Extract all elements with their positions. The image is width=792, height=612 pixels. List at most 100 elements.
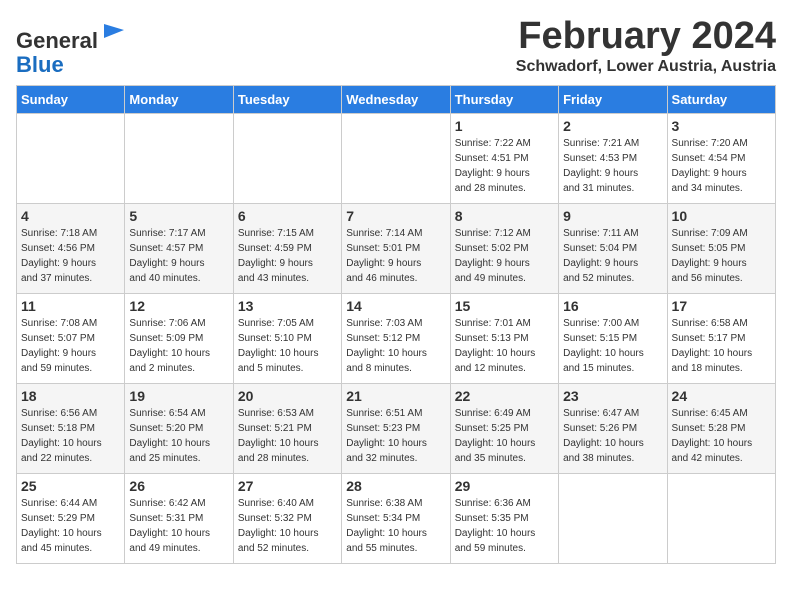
calendar-cell — [125, 114, 233, 204]
day-number: 22 — [455, 388, 554, 404]
calendar-cell: 17 Sunrise: 6:58 AM Sunset: 5:17 PM Dayli… — [667, 294, 775, 384]
title-block: February 2024 Schwadorf, Lower Austria, … — [516, 16, 776, 76]
calendar-week-row: 25 Sunrise: 6:44 AM Sunset: 5:29 PM Dayli… — [17, 474, 776, 564]
calendar-cell: 19 Sunrise: 6:54 AM Sunset: 5:20 PM Dayli… — [125, 384, 233, 474]
day-info: Sunrise: 7:18 AM Sunset: 4:56 PM Dayligh… — [21, 226, 120, 286]
day-info: Sunrise: 7:05 AM Sunset: 5:10 PM Dayligh… — [238, 316, 337, 376]
calendar-cell: 6 Sunrise: 7:15 AM Sunset: 4:59 PM Daylig… — [233, 204, 341, 294]
logo-blue-text: Blue — [16, 52, 64, 77]
day-info: Sunrise: 7:01 AM Sunset: 5:13 PM Dayligh… — [455, 316, 554, 376]
weekday-header-wednesday: Wednesday — [342, 86, 450, 114]
day-number: 10 — [672, 208, 771, 224]
day-info: Sunrise: 6:47 AM Sunset: 5:26 PM Dayligh… — [563, 406, 662, 466]
day-number: 11 — [21, 298, 120, 314]
calendar-cell — [559, 474, 667, 564]
weekday-header-tuesday: Tuesday — [233, 86, 341, 114]
day-number: 24 — [672, 388, 771, 404]
calendar-cell: 20Sunrise: 6:53 AM Sunset: 5:21 PM Dayli… — [233, 384, 341, 474]
day-number: 19 — [129, 388, 228, 404]
day-info: Sunrise: 7:22 AM Sunset: 4:51 PM Dayligh… — [455, 136, 554, 196]
day-info: Sunrise: 6:53 AM Sunset: 5:21 PM Dayligh… — [238, 406, 337, 466]
logo: General Blue — [16, 20, 128, 77]
weekday-header-monday: Monday — [125, 86, 233, 114]
logo-general-text: General — [16, 28, 98, 53]
day-info: Sunrise: 7:20 AM Sunset: 4:54 PM Dayligh… — [672, 136, 771, 196]
day-info: Sunrise: 6:42 AM Sunset: 5:31 PM Dayligh… — [129, 496, 228, 556]
day-info: Sunrise: 6:58 AM Sunset: 5:17 PM Dayligh… — [672, 316, 771, 376]
calendar-cell: 23 Sunrise: 6:47 AM Sunset: 5:26 PM Dayli… — [559, 384, 667, 474]
calendar-cell: 24 Sunrise: 6:45 AM Sunset: 5:28 PM Dayli… — [667, 384, 775, 474]
day-number: 5 — [129, 208, 228, 224]
day-number: 16 — [563, 298, 662, 314]
day-number: 1 — [455, 118, 554, 134]
calendar-cell: 4 Sunrise: 7:18 AM Sunset: 4:56 PM Daylig… — [17, 204, 125, 294]
calendar-cell: 18 Sunrise: 6:56 AM Sunset: 5:18 PM Dayli… — [17, 384, 125, 474]
calendar-week-row: 11 Sunrise: 7:08 AM Sunset: 5:07 PM Dayli… — [17, 294, 776, 384]
day-info: Sunrise: 7:08 AM Sunset: 5:07 PM Dayligh… — [21, 316, 120, 376]
calendar-cell — [342, 114, 450, 204]
calendar-cell: 10 Sunrise: 7:09 AM Sunset: 5:05 PM Dayli… — [667, 204, 775, 294]
calendar-cell: 27 Sunrise: 6:40 AM Sunset: 5:32 PM Dayli… — [233, 474, 341, 564]
calendar-cell: 1 Sunrise: 7:22 AM Sunset: 4:51 PM Daylig… — [450, 114, 558, 204]
day-info: Sunrise: 7:14 AM Sunset: 5:01 PM Dayligh… — [346, 226, 445, 286]
day-number: 28 — [346, 478, 445, 494]
day-info: Sunrise: 7:00 AM Sunset: 5:15 PM Dayligh… — [563, 316, 662, 376]
calendar-cell: 9 Sunrise: 7:11 AM Sunset: 5:04 PM Daylig… — [559, 204, 667, 294]
calendar-cell: 25 Sunrise: 6:44 AM Sunset: 5:29 PM Dayli… — [17, 474, 125, 564]
day-info: Sunrise: 6:44 AM Sunset: 5:29 PM Dayligh… — [21, 496, 120, 556]
day-number: 27 — [238, 478, 337, 494]
day-number: 12 — [129, 298, 228, 314]
day-info: Sunrise: 7:17 AM Sunset: 4:57 PM Dayligh… — [129, 226, 228, 286]
calendar-cell: 7 Sunrise: 7:14 AM Sunset: 5:01 PM Daylig… — [342, 204, 450, 294]
calendar-cell — [667, 474, 775, 564]
calendar-cell: 8 Sunrise: 7:12 AM Sunset: 5:02 PM Daylig… — [450, 204, 558, 294]
logo-flag-icon — [100, 20, 128, 48]
day-number: 4 — [21, 208, 120, 224]
day-number: 9 — [563, 208, 662, 224]
day-number: 2 — [563, 118, 662, 134]
calendar-cell: 3 Sunrise: 7:20 AM Sunset: 4:54 PM Daylig… — [667, 114, 775, 204]
day-number: 13 — [238, 298, 337, 314]
weekday-header-saturday: Saturday — [667, 86, 775, 114]
day-number: 21 — [346, 388, 445, 404]
calendar-cell: 22Sunrise: 6:49 AM Sunset: 5:25 PM Dayli… — [450, 384, 558, 474]
calendar-cell: 12 Sunrise: 7:06 AM Sunset: 5:09 PM Dayli… — [125, 294, 233, 384]
day-info: Sunrise: 6:54 AM Sunset: 5:20 PM Dayligh… — [129, 406, 228, 466]
calendar-cell: 15 Sunrise: 7:01 AM Sunset: 5:13 PM Dayli… — [450, 294, 558, 384]
day-number: 15 — [455, 298, 554, 314]
day-info: Sunrise: 6:45 AM Sunset: 5:28 PM Dayligh… — [672, 406, 771, 466]
day-info: Sunrise: 7:21 AM Sunset: 4:53 PM Dayligh… — [563, 136, 662, 196]
calendar-cell: 11 Sunrise: 7:08 AM Sunset: 5:07 PM Dayli… — [17, 294, 125, 384]
day-info: Sunrise: 6:40 AM Sunset: 5:32 PM Dayligh… — [238, 496, 337, 556]
day-info: Sunrise: 6:56 AM Sunset: 5:18 PM Dayligh… — [21, 406, 120, 466]
day-info: Sunrise: 7:11 AM Sunset: 5:04 PM Dayligh… — [563, 226, 662, 286]
day-number: 3 — [672, 118, 771, 134]
day-number: 8 — [455, 208, 554, 224]
day-number: 29 — [455, 478, 554, 494]
day-number: 6 — [238, 208, 337, 224]
calendar-week-row: 1 Sunrise: 7:22 AM Sunset: 4:51 PM Daylig… — [17, 114, 776, 204]
weekday-header-thursday: Thursday — [450, 86, 558, 114]
calendar-cell: 16 Sunrise: 7:00 AM Sunset: 5:15 PM Dayli… — [559, 294, 667, 384]
calendar-cell: 29Sunrise: 6:36 AM Sunset: 5:35 PM Dayli… — [450, 474, 558, 564]
header: General Blue February 2024 Schwadorf, Lo… — [16, 16, 776, 77]
day-number: 26 — [129, 478, 228, 494]
month-title: February 2024 — [516, 16, 776, 58]
calendar-cell: 26 Sunrise: 6:42 AM Sunset: 5:31 PM Dayli… — [125, 474, 233, 564]
calendar-cell — [233, 114, 341, 204]
day-info: Sunrise: 7:15 AM Sunset: 4:59 PM Dayligh… — [238, 226, 337, 286]
day-info: Sunrise: 6:38 AM Sunset: 5:34 PM Dayligh… — [346, 496, 445, 556]
day-number: 23 — [563, 388, 662, 404]
day-info: Sunrise: 7:06 AM Sunset: 5:09 PM Dayligh… — [129, 316, 228, 376]
day-number: 17 — [672, 298, 771, 314]
day-number: 18 — [21, 388, 120, 404]
day-info: Sunrise: 7:09 AM Sunset: 5:05 PM Dayligh… — [672, 226, 771, 286]
day-info: Sunrise: 7:12 AM Sunset: 5:02 PM Dayligh… — [455, 226, 554, 286]
day-number: 25 — [21, 478, 120, 494]
day-number: 7 — [346, 208, 445, 224]
calendar-table: SundayMondayTuesdayWednesdayThursdayFrid… — [16, 85, 776, 564]
location-subtitle: Schwadorf, Lower Austria, Austria — [516, 58, 776, 76]
calendar-cell: 5 Sunrise: 7:17 AM Sunset: 4:57 PM Daylig… — [125, 204, 233, 294]
day-number: 14 — [346, 298, 445, 314]
day-info: Sunrise: 6:51 AM Sunset: 5:23 PM Dayligh… — [346, 406, 445, 466]
